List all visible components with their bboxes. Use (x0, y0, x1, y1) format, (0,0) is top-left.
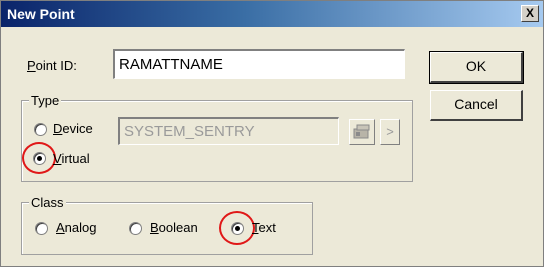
analog-radio[interactable] (35, 222, 48, 235)
type-group-legend: Type (29, 93, 62, 108)
device-radio-label[interactable]: Device (53, 121, 93, 136)
close-button[interactable]: X (521, 5, 539, 22)
device-radio[interactable] (34, 123, 47, 136)
virtual-radio-highlight (22, 142, 56, 174)
window-title: New Point (7, 6, 75, 22)
point-browser-icon (353, 124, 370, 139)
class-group-legend: Class (29, 195, 66, 210)
analog-label-text: nalog (64, 220, 97, 235)
chevron-right-icon: > (386, 124, 394, 139)
virtual-label-text: irtual (61, 151, 90, 166)
point-browser-button[interactable] (349, 119, 375, 145)
point-id-label-text: oint ID: (35, 58, 77, 73)
boolean-label-accel: B (150, 220, 159, 235)
text-label-text: ext (258, 220, 276, 235)
point-id-label-accel: P (27, 58, 36, 73)
point-id-label: Point ID: (27, 58, 77, 73)
device-label-text: evice (62, 121, 93, 136)
analog-radio-label[interactable]: Analog (56, 220, 96, 235)
ok-button[interactable]: OK (429, 51, 524, 84)
text-radio-label[interactable]: Text (252, 220, 276, 235)
cancel-button[interactable]: Cancel (430, 90, 523, 121)
boolean-radio-label[interactable]: Boolean (150, 220, 198, 235)
boolean-radio[interactable] (129, 222, 142, 235)
text-radio-highlight (219, 211, 255, 245)
close-icon: X (525, 6, 534, 20)
next-button[interactable]: > (380, 119, 400, 145)
title-bar[interactable]: New Point X (1, 1, 543, 27)
boolean-label-text: oolean (158, 220, 198, 235)
device-label-accel: D (53, 121, 63, 136)
virtual-radio-label[interactable]: Virtual (53, 151, 90, 166)
point-id-input[interactable] (113, 49, 405, 79)
device-input[interactable] (118, 117, 339, 145)
analog-label-accel: A (56, 220, 65, 235)
new-point-dialog: New Point X Point ID: OK Cancel Type Dev… (0, 0, 544, 267)
